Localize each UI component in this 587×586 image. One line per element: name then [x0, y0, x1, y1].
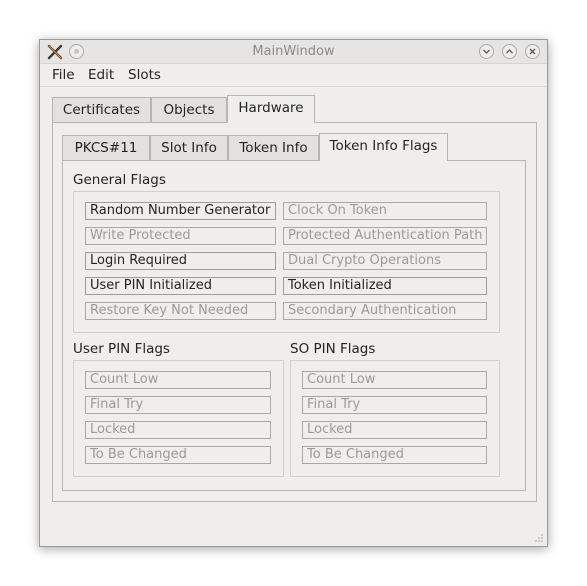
- resize-grip-icon[interactable]: [534, 533, 544, 543]
- chevron-down-icon: [483, 49, 490, 54]
- close-button[interactable]: [525, 44, 540, 59]
- flag-random-number-generator: Random Number Generator: [85, 202, 276, 220]
- so-pin-count-low: Count Low: [302, 371, 487, 389]
- flag-token-initialized: Token Initialized: [283, 277, 487, 295]
- so-pin-locked: Locked: [302, 421, 487, 439]
- flag-secondary-authentication: Secondary Authentication: [283, 302, 487, 320]
- main-window: MainWindow File Edit Slots Certificates …: [39, 39, 548, 547]
- menu-bar: File Edit Slots: [40, 64, 547, 88]
- flag-dual-crypto-operations: Dual Crypto Operations: [283, 252, 487, 270]
- tab-token-info-flags[interactable]: Token Info Flags: [319, 133, 448, 161]
- tab-objects[interactable]: Objects: [151, 97, 227, 123]
- flag-write-protected: Write Protected: [85, 227, 276, 245]
- menu-separator: [40, 86, 547, 87]
- flag-restore-key-not-needed: Restore Key Not Needed: [85, 302, 276, 320]
- tab-token-info[interactable]: Token Info: [228, 135, 319, 161]
- tab-slot-info[interactable]: Slot Info: [150, 135, 228, 161]
- tab-certificates[interactable]: Certificates: [52, 97, 151, 123]
- flag-protected-authentication-path: Protected Authentication Path: [283, 227, 487, 245]
- so-pin-final-try: Final Try: [302, 396, 487, 414]
- tab-hardware[interactable]: Hardware: [227, 95, 315, 123]
- menu-slots[interactable]: Slots: [128, 67, 161, 83]
- user-pin-final-try: Final Try: [85, 396, 271, 414]
- flag-user-pin-initialized: User PIN Initialized: [85, 277, 276, 295]
- chevron-up-icon: [506, 49, 513, 54]
- tab-pkcs11[interactable]: PKCS#11: [62, 135, 150, 161]
- close-icon: [529, 48, 536, 55]
- user-pin-flags-label: User PIN Flags: [73, 341, 170, 357]
- menu-edit[interactable]: Edit: [88, 67, 114, 83]
- flag-clock-on-token: Clock On Token: [283, 202, 487, 220]
- flag-login-required: Login Required: [85, 252, 276, 270]
- user-pin-to-be-changed: To Be Changed: [85, 446, 271, 464]
- general-flags-label: General Flags: [73, 172, 166, 188]
- so-pin-flags-label: SO PIN Flags: [290, 341, 376, 357]
- user-pin-count-low: Count Low: [85, 371, 271, 389]
- so-pin-to-be-changed: To Be Changed: [302, 446, 487, 464]
- title-bar[interactable]: MainWindow: [40, 40, 547, 64]
- minimize-button[interactable]: [479, 44, 494, 59]
- menu-file[interactable]: File: [52, 67, 75, 83]
- maximize-button[interactable]: [502, 44, 517, 59]
- user-pin-locked: Locked: [85, 421, 271, 439]
- window-title: MainWindow: [252, 44, 335, 59]
